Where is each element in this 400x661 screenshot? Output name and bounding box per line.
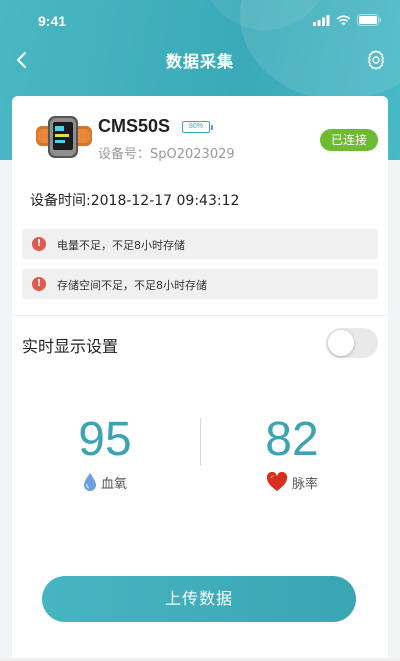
status-time: 9:41 xyxy=(38,13,67,29)
pulse-rate-label: 脉率 xyxy=(291,476,318,492)
section-divider xyxy=(12,315,388,316)
wifi-icon xyxy=(336,15,351,25)
heart-icon xyxy=(266,472,288,491)
warning-icon: ! xyxy=(32,277,46,291)
oximeter-device-icon xyxy=(36,116,92,158)
status-bar: 9:41 xyxy=(0,0,400,40)
realtime-display-label: 实时显示设置 xyxy=(22,337,119,356)
alert-low-battery: ! 电量不足，不足8小时存储 xyxy=(22,229,378,259)
battery-status-icon xyxy=(357,14,381,26)
alert-text: 存储空间不足，不足8小时存储 xyxy=(57,279,207,292)
device-name: CMS50S xyxy=(98,116,171,136)
alert-text: 电量不足，不足8小时存储 xyxy=(57,239,185,252)
realtime-display-toggle[interactable] xyxy=(326,328,378,358)
spo2-label: 血氧 xyxy=(100,476,127,492)
spo2-value: 95 xyxy=(78,413,132,466)
toggle-knob xyxy=(328,330,354,356)
gear-icon xyxy=(367,50,385,70)
signal-icon xyxy=(313,14,330,26)
warning-icon: ! xyxy=(32,237,46,251)
status-icons xyxy=(313,14,382,26)
device-image xyxy=(34,112,94,162)
pulse-rate-value: 82 xyxy=(265,413,319,466)
device-time: 设备时间:2018-12-17 09:43:12 xyxy=(30,193,240,209)
nav-bar: 数据采集 xyxy=(0,40,400,78)
pulse-rate-metric: 82 脉率 xyxy=(232,414,352,492)
upload-data-button[interactable]: 上传数据 xyxy=(42,576,356,622)
connection-status-badge: 已连接 xyxy=(320,129,378,151)
spo2-metric: 95 血氧 xyxy=(45,414,165,492)
water-drop-icon xyxy=(83,473,96,491)
metric-divider xyxy=(200,418,201,466)
page-title: 数据采集 xyxy=(165,52,234,71)
device-id: 设备号：SpO2023029 xyxy=(98,147,235,162)
device-battery: 80% xyxy=(182,121,213,133)
settings-button[interactable] xyxy=(364,48,388,72)
device-card: CMS50S 80% 设备号：SpO2023029 已连接 设备时间:2018-… xyxy=(12,96,388,661)
alert-low-storage: ! 存储空间不足，不足8小时存储 xyxy=(22,269,378,299)
